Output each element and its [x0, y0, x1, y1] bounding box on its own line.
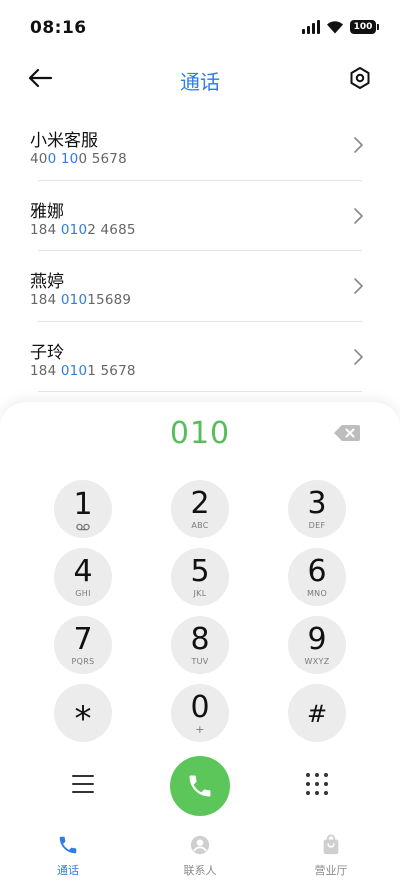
number-match-highlight: 010: [60, 362, 88, 379]
number-match-highlight: 0 10: [47, 151, 79, 167]
dial-key-0[interactable]: 0 +: [171, 684, 229, 742]
person-icon: [189, 834, 211, 856]
voicemail-icon: [76, 523, 90, 530]
dial-key-7[interactable]: 7 PQRS: [54, 616, 112, 674]
tab-service-hall[interactable]: 营业厅: [281, 834, 381, 878]
battery-level: 100: [353, 22, 373, 32]
header: 通话: [0, 56, 400, 100]
battery-icon: 100: [350, 20, 379, 34]
tab-calls[interactable]: 通话: [18, 834, 118, 878]
wifi-icon: [327, 21, 343, 34]
chevron-right-icon: [354, 137, 363, 153]
tab-contacts[interactable]: 联系人: [150, 834, 250, 878]
contact-name: 小米客服: [30, 131, 98, 151]
dial-key-hash[interactable]: #: [288, 684, 346, 742]
contact-name: 雅娜: [30, 201, 64, 222]
dial-key-5[interactable]: 5 JKL: [171, 548, 229, 606]
phone-icon: [189, 775, 211, 797]
tab-label: 通话: [57, 864, 79, 877]
dial-key-3[interactable]: 3 DEF: [288, 480, 346, 538]
tab-label: 联系人: [183, 864, 217, 877]
contact-name: 子玲: [30, 342, 64, 363]
phone-icon: [57, 834, 79, 856]
dial-key-6[interactable]: 6 MNO: [288, 548, 346, 606]
call-button[interactable]: [170, 756, 230, 816]
chevron-right-icon: [354, 278, 363, 294]
number-match-highlight: 010: [60, 292, 88, 308]
status-bar: 08:16 100: [0, 0, 400, 56]
bottom-nav: 通话 联系人 营业厅: [0, 822, 400, 889]
page-title: 通话: [180, 70, 220, 94]
chevron-right-icon: [354, 348, 363, 365]
signal-icon: [302, 20, 320, 34]
dial-key-9[interactable]: 9 WXYZ: [288, 616, 346, 674]
menu-button[interactable]: [70, 772, 96, 796]
contact-number: 184 0101 5678: [30, 362, 136, 379]
dialpad-sheet: 010 1 2 ABC 3 DEF 4 GHI 5 JKL 6 MNO 7 PQ…: [0, 402, 400, 889]
dial-key-2[interactable]: 2 ABC: [171, 480, 229, 538]
contact-list: 小米客服 400 100 5678 雅娜 184 0102 4685 燕婷 18…: [0, 110, 400, 392]
contact-item[interactable]: 雅娜 184 0102 4685: [0, 181, 400, 251]
tab-label: 营业厅: [314, 864, 348, 877]
contact-name: 燕婷: [30, 272, 64, 292]
contact-number: 184 0102 4685: [30, 221, 136, 238]
dial-key-4[interactable]: 4 GHI: [54, 548, 112, 606]
contact-number: 184 01015689: [30, 292, 132, 308]
contact-item[interactable]: 燕婷 184 01015689: [0, 251, 400, 322]
status-time: 08:16: [30, 18, 87, 38]
menu-icon: [72, 775, 94, 777]
divider: [38, 391, 362, 392]
contact-number: 400 100 5678: [30, 151, 127, 167]
number-match-highlight: 010: [60, 221, 88, 238]
dial-key-1[interactable]: 1: [54, 480, 112, 538]
shopping-bag-icon: [320, 834, 342, 856]
contact-item[interactable]: 小米客服 400 100 5678: [0, 110, 400, 181]
settings-button[interactable]: [346, 64, 374, 92]
status-icons: 100: [302, 20, 379, 34]
chevron-right-icon: [354, 207, 363, 224]
hexagon-settings-icon: [350, 67, 370, 89]
backspace-icon[interactable]: [334, 424, 360, 442]
contact-item[interactable]: 子玲 184 0101 5678: [0, 322, 400, 392]
dial-key-8[interactable]: 8 TUV: [171, 616, 229, 674]
dial-key-star[interactable]: *: [54, 684, 112, 742]
keypad-grid-button[interactable]: [306, 773, 328, 795]
